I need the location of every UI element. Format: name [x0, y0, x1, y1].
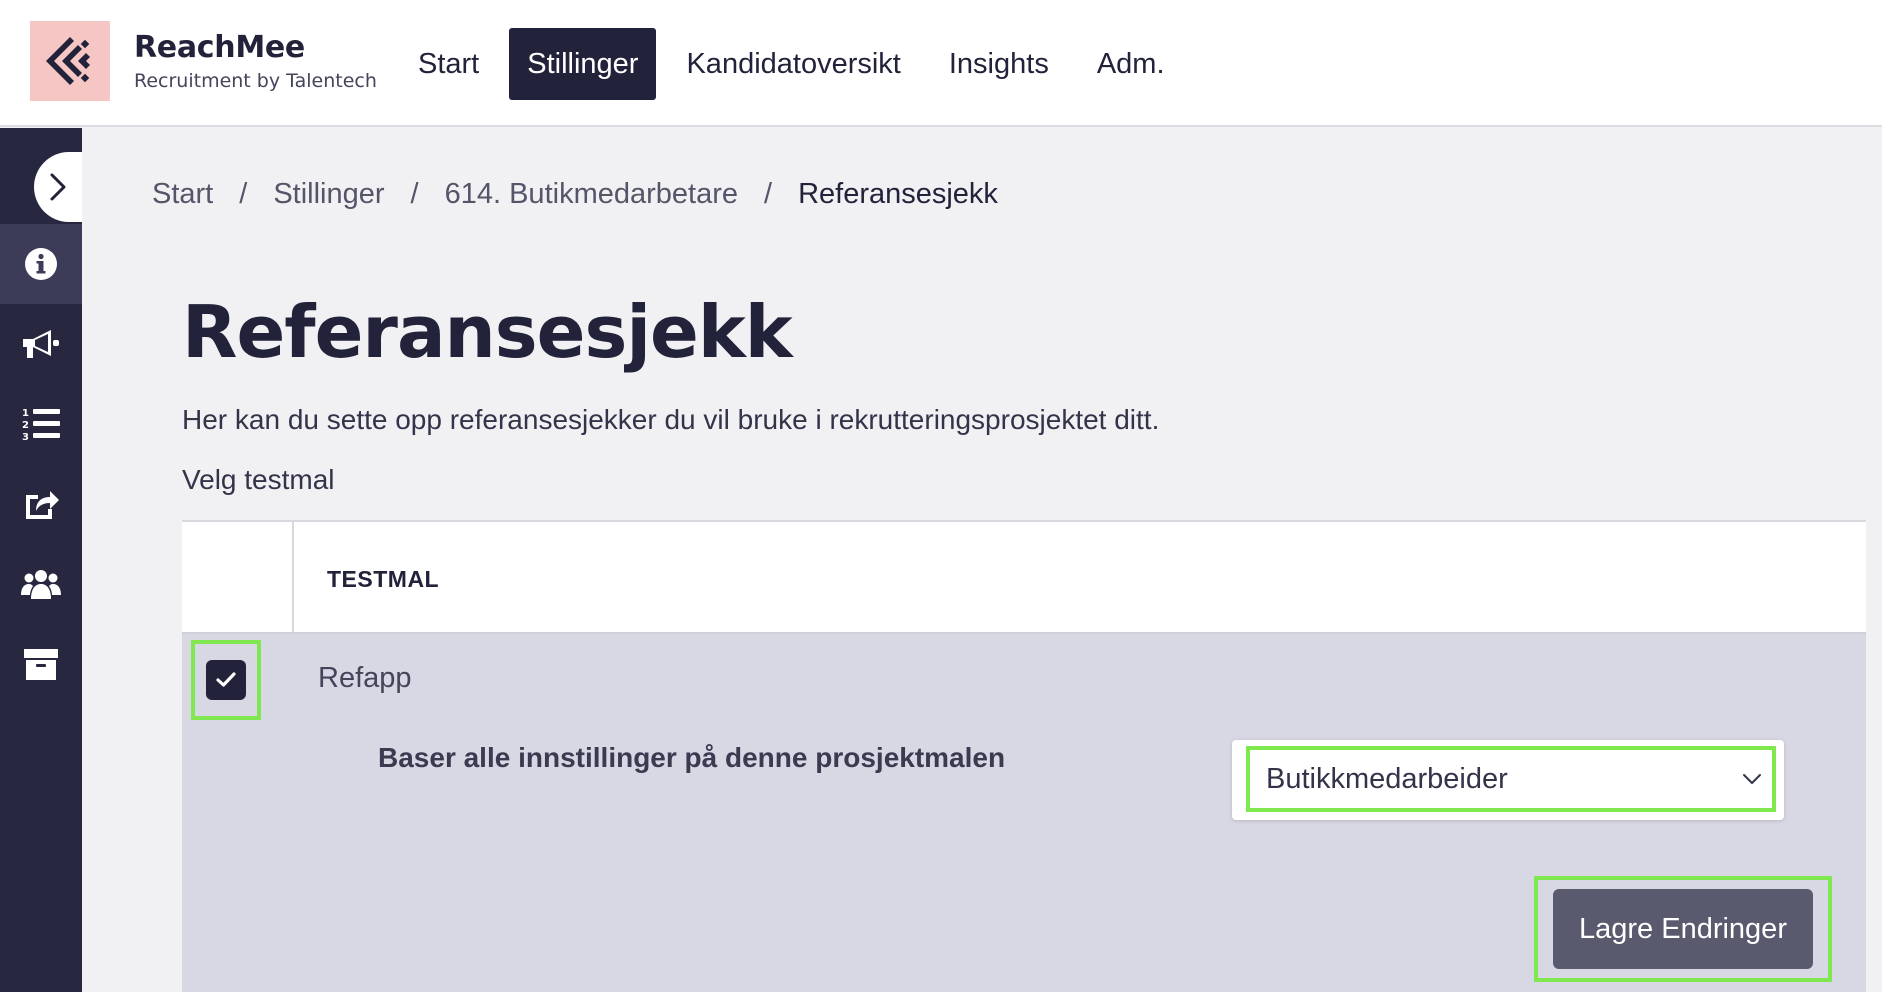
- breadcrumb-separator: /: [239, 178, 248, 210]
- nav-item-insights[interactable]: Insights: [931, 28, 1067, 100]
- sidebar-item-info[interactable]: [0, 224, 82, 304]
- save-button-highlight: Lagre Endringer: [1534, 876, 1832, 982]
- sidebar: 1 2 3: [0, 128, 82, 992]
- page-title: Referansesjekk: [182, 290, 793, 374]
- svg-text:2: 2: [22, 420, 29, 431]
- sidebar-item-announce[interactable]: [0, 304, 82, 384]
- breadcrumb-separator: /: [410, 178, 419, 210]
- nav-item-kandidatoversikt[interactable]: Kandidatoversikt: [668, 28, 918, 100]
- page-description: Her kan du sette opp referansesjekker du…: [182, 404, 1160, 435]
- chevron-down-icon: [1743, 774, 1761, 784]
- reachmee-logo[interactable]: [30, 21, 110, 101]
- sidebar-item-archive[interactable]: [0, 624, 82, 704]
- svg-text:3: 3: [22, 432, 29, 442]
- header-check-cell: [182, 522, 294, 632]
- chevron-right-icon: [50, 173, 66, 201]
- nav-item-adm[interactable]: Adm.: [1079, 28, 1183, 100]
- info-icon: [25, 248, 57, 280]
- brand-name: ReachMee: [134, 30, 305, 65]
- refapp-checkbox[interactable]: [206, 660, 246, 700]
- base-settings-label: Baser alle innstillinger på denne prosje…: [378, 742, 1006, 773]
- nav-item-stillinger[interactable]: Stillinger: [509, 28, 657, 100]
- project-template-dropdown[interactable]: Butikkmedarbeider: [1246, 746, 1776, 812]
- users-icon: [21, 570, 61, 599]
- main-nav: Start Stillinger Kandidatoversikt Insigh…: [400, 28, 1195, 100]
- svg-text:1: 1: [22, 408, 29, 419]
- top-header: ReachMee Recruitment by Talentech Start …: [0, 0, 1882, 127]
- column-header-testmal: TESTMAL: [327, 566, 440, 592]
- logo-chevrons-icon: [46, 37, 90, 85]
- breadcrumb-stillinger[interactable]: Stillinger: [273, 178, 384, 211]
- archive-icon: [24, 649, 58, 680]
- numbered-list-icon: 1 2 3: [22, 408, 60, 442]
- checkbox-highlight: [191, 640, 261, 720]
- breadcrumb-current: Referansesjekk: [798, 178, 998, 210]
- table-row: Refapp Baser alle innstillinger på denne…: [182, 634, 1866, 992]
- project-template-select: Butikkmedarbeider: [1232, 740, 1784, 820]
- share-icon: [26, 491, 59, 519]
- brand-subtitle: Recruitment by Talentech: [134, 70, 377, 92]
- megaphone-icon: [23, 330, 59, 358]
- select-template-label: Velg testmal: [182, 464, 335, 495]
- nav-item-start[interactable]: Start: [400, 28, 497, 100]
- sidebar-item-steps[interactable]: 1 2 3: [0, 384, 82, 464]
- checkmark-icon: [216, 672, 236, 687]
- select-value: Butikkmedarbeider: [1266, 762, 1508, 795]
- breadcrumb-position[interactable]: 614. Butikmedarbetare: [445, 178, 738, 211]
- breadcrumb-separator: /: [764, 178, 773, 210]
- table-header: TESTMAL: [182, 522, 1866, 634]
- sidebar-item-share[interactable]: [0, 464, 82, 544]
- row-template-name: Refapp: [318, 662, 412, 694]
- sidebar-item-users[interactable]: [0, 544, 82, 624]
- template-table: TESTMAL Refapp Baser alle innstillinger …: [182, 520, 1866, 992]
- breadcrumb: Start / Stillinger / 614. Butikmedarbeta…: [152, 178, 998, 211]
- breadcrumb-start[interactable]: Start: [152, 178, 213, 211]
- save-changes-button[interactable]: Lagre Endringer: [1553, 889, 1813, 969]
